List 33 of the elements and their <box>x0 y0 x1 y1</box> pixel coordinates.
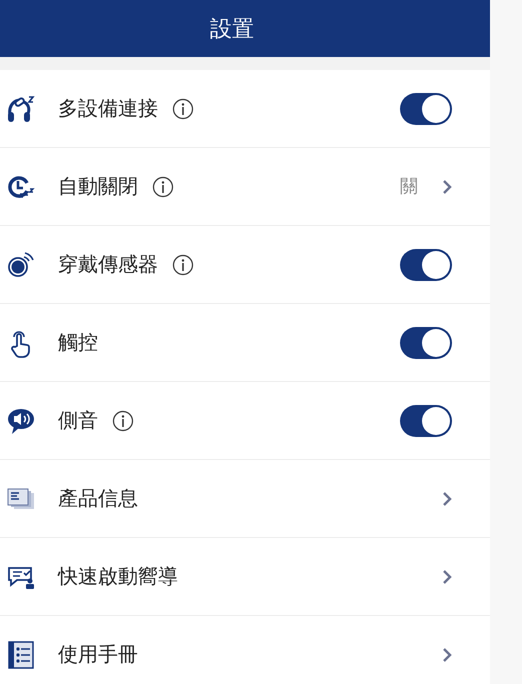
chevron-right-icon[interactable] <box>442 568 452 584</box>
settings-row[interactable]: 側音 <box>0 382 490 460</box>
chevron-right-icon[interactable] <box>442 646 452 662</box>
toggle-switch[interactable] <box>400 326 452 358</box>
setting-label: 多設備連接 <box>58 96 158 122</box>
settings-row[interactable]: 使用手冊 <box>0 616 490 684</box>
page-title: 設置 <box>210 15 254 43</box>
toggle-switch[interactable] <box>400 248 452 280</box>
settings-row[interactable]: 觸控 <box>0 304 490 382</box>
sensor-icon <box>6 250 36 280</box>
setting-value: 關 <box>400 175 418 198</box>
chevron-right-icon[interactable] <box>442 490 452 506</box>
settings-row[interactable]: 穿戴傳感器 <box>0 226 490 304</box>
settings-row[interactable]: 多設備連接 <box>0 70 490 148</box>
settings-row[interactable]: 產品信息 <box>0 460 490 538</box>
settings-row[interactable]: 自動關閉 關 <box>0 148 490 226</box>
headphones-icon <box>6 94 36 124</box>
info-icon[interactable] <box>172 254 194 276</box>
setting-label: 使用手冊 <box>58 642 138 668</box>
info-icon[interactable] <box>172 98 194 120</box>
setting-label: 產品信息 <box>58 486 138 512</box>
setting-label: 穿戴傳感器 <box>58 252 158 278</box>
setting-label: 快速啟動嚮導 <box>58 564 178 590</box>
settings-row[interactable]: 快速啟動嚮導 <box>0 538 490 616</box>
setting-label: 自動關閉 <box>58 174 138 200</box>
setting-label: 側音 <box>58 408 98 434</box>
info-icon[interactable] <box>112 410 134 432</box>
info-icon[interactable] <box>152 176 174 198</box>
setting-label: 觸控 <box>58 330 98 356</box>
toggle-switch[interactable] <box>400 92 452 124</box>
chevron-right-icon[interactable] <box>442 178 452 194</box>
manual-icon <box>6 640 36 670</box>
toggle-switch[interactable] <box>400 404 452 436</box>
